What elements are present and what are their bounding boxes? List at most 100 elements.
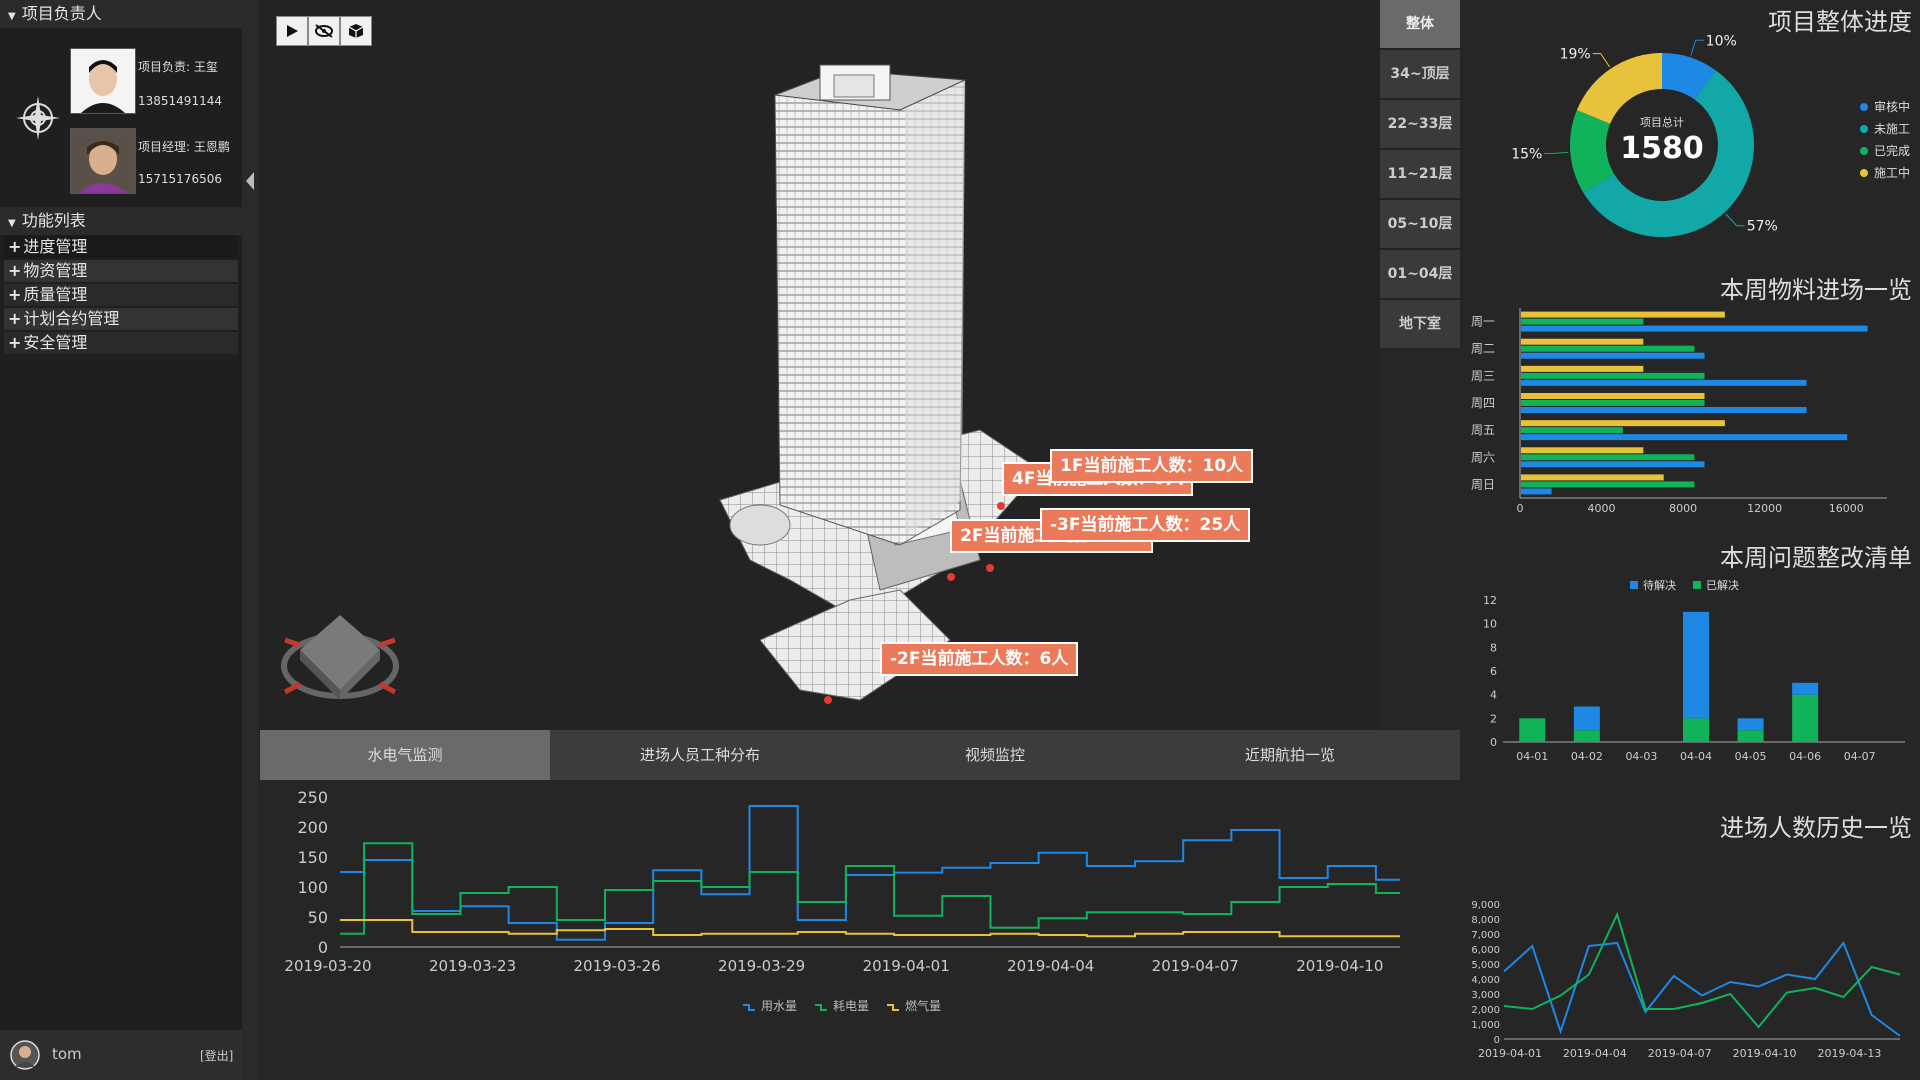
bar[interactable] xyxy=(1521,427,1623,434)
bar[interactable] xyxy=(1521,393,1705,399)
y-tick-label: 0 xyxy=(318,938,328,957)
tab-utility-monitor[interactable]: 水电气监测 xyxy=(260,730,550,780)
legend-dot xyxy=(1860,169,1868,177)
bar[interactable] xyxy=(1521,400,1705,406)
x-tick-label: 2019-04-10 xyxy=(1296,957,1383,975)
menu-item-progress[interactable]: + 进度管理 xyxy=(4,236,238,258)
bar-pending[interactable] xyxy=(1737,718,1764,731)
callout-floor-b2[interactable]: -2F当前施工人数：6人 xyxy=(880,642,1079,676)
legend-label[interactable]: 已完成 xyxy=(1874,143,1910,158)
bar[interactable] xyxy=(1521,434,1848,441)
bar-resolved[interactable] xyxy=(1737,730,1764,742)
bar[interactable] xyxy=(1521,365,1644,372)
entry-line-chart: 0 1,000 2,000 3,000 4,000 5,000 6,000 7,000 8,00… xyxy=(1471,900,1901,1060)
donut-slice-施工中[interactable] xyxy=(1576,53,1662,124)
x-tick-label: 04-01 xyxy=(1516,750,1548,763)
y-tick-label: 周一 xyxy=(1471,315,1495,329)
menu-item-safety[interactable]: + 安全管理 xyxy=(4,332,238,354)
bar[interactable] xyxy=(1521,407,1807,413)
model-viewport[interactable]: 4F当前施工人数：9人 1F当前施工人数：10人 2F当前施工人数：20人 -3… xyxy=(260,0,1380,730)
bar[interactable] xyxy=(1521,345,1695,352)
y-tick-label: 8 xyxy=(1490,641,1497,654)
y-tick-label: 6,000 xyxy=(1471,945,1500,956)
x-tick-label: 16000 xyxy=(1829,502,1864,515)
bar[interactable] xyxy=(1521,420,1725,427)
compass-icon xyxy=(16,96,60,140)
callout-floor-1f[interactable]: 1F当前施工人数：10人 xyxy=(1050,449,1254,483)
chevron-left-icon[interactable] xyxy=(244,170,256,192)
bar[interactable] xyxy=(1521,481,1695,488)
floor-btn-22-33[interactable]: 22~33层 xyxy=(1380,100,1460,150)
menu-item-material[interactable]: + 物资管理 xyxy=(4,260,238,282)
donut-leader-line xyxy=(1544,151,1569,155)
project-head-title: 项目负责人 xyxy=(21,4,102,23)
bar-resolved[interactable] xyxy=(1683,718,1709,742)
menu-label: 进度管理 xyxy=(23,237,88,256)
tab-aerial-photos[interactable]: 近期航拍一览 xyxy=(1140,730,1440,780)
tab-worker-distribution[interactable]: 进场人员工种分布 xyxy=(550,730,850,780)
x-tick-label: 2019-04-04 xyxy=(1563,1047,1627,1060)
bar[interactable] xyxy=(1521,447,1644,454)
material-bar-chart: 0 4000 8000 12000 16000 周一周二周三周四周五周六周日 xyxy=(1471,308,1887,515)
callout-floor-b3[interactable]: -3F当前施工人数：25人 xyxy=(1040,508,1251,542)
menu-label: 安全管理 xyxy=(23,333,88,352)
bar[interactable] xyxy=(1521,318,1644,325)
legend-label[interactable]: 未施工 xyxy=(1874,122,1910,136)
donut-slice-label: 10% xyxy=(1706,33,1737,49)
user-avatar xyxy=(10,1040,40,1070)
bar-pending[interactable] xyxy=(1683,611,1709,719)
y-tick-label: 周六 xyxy=(1471,450,1495,464)
legend-label: 燃气量 xyxy=(905,998,941,1013)
bar[interactable] xyxy=(1521,352,1705,359)
y-tick-label: 10 xyxy=(1483,618,1497,631)
x-tick-label: 2019-04-01 xyxy=(1478,1047,1542,1060)
bar[interactable] xyxy=(1521,379,1807,386)
legend-swatch xyxy=(1630,581,1638,589)
floor-selector: 整体 34~顶层 22~33层 11~21层 05~10层 01~04层 地下室 xyxy=(1380,0,1460,350)
floor-btn-basement[interactable]: 地下室 xyxy=(1380,300,1460,350)
floor-btn-01-04[interactable]: 01~04层 xyxy=(1380,250,1460,300)
legend-dot xyxy=(1860,147,1868,155)
bar[interactable] xyxy=(1521,488,1552,495)
y-tick-label: 4 xyxy=(1490,689,1497,702)
legend-label[interactable]: 审核中 xyxy=(1874,99,1910,114)
donut-center-label: 项目总计 xyxy=(1640,115,1684,129)
bar[interactable] xyxy=(1521,311,1725,318)
bar[interactable] xyxy=(1521,474,1664,481)
x-tick-label: 0 xyxy=(1517,502,1524,515)
bar-resolved[interactable] xyxy=(1519,718,1546,742)
y-tick-label: 5,000 xyxy=(1471,960,1500,971)
floor-btn-all[interactable]: 整体 xyxy=(1380,0,1460,50)
bar[interactable] xyxy=(1521,325,1868,332)
logout-link[interactable]: [登出] xyxy=(200,1047,233,1064)
bar[interactable] xyxy=(1521,461,1705,468)
bar-resolved[interactable] xyxy=(1573,730,1600,742)
project-head-section[interactable]: ▼ 项目负责人 xyxy=(0,0,242,28)
x-tick-label: 2019-03-29 xyxy=(718,957,805,975)
bar-resolved[interactable] xyxy=(1792,694,1819,742)
bar-pending[interactable] xyxy=(1573,706,1600,731)
function-list-section[interactable]: ▼ 功能列表 xyxy=(0,207,242,235)
bar-pending[interactable] xyxy=(1792,682,1819,695)
menu-label: 计划合约管理 xyxy=(23,309,120,328)
bar[interactable] xyxy=(1521,338,1644,345)
bottom-tabs: 水电气监测 进场人员工种分布 视频监控 近期航拍一览 xyxy=(260,730,1460,780)
floor-btn-34-top[interactable]: 34~顶层 xyxy=(1380,50,1460,100)
legend-label[interactable]: 施工中 xyxy=(1874,165,1910,180)
bar[interactable] xyxy=(1521,372,1705,379)
menu-item-contract[interactable]: + 计划合约管理 xyxy=(4,308,238,330)
menu-item-quality[interactable]: + 质量管理 xyxy=(4,284,238,306)
floor-btn-11-21[interactable]: 11~21层 xyxy=(1380,150,1460,200)
user-bar: tom [登出] xyxy=(0,1030,242,1080)
entry-line-blue xyxy=(1503,941,1901,1037)
tab-video-monitor[interactable]: 视频监控 xyxy=(850,730,1140,780)
y-tick-label: 250 xyxy=(297,788,328,807)
sidebar-collapse-bar[interactable] xyxy=(242,0,258,1080)
issues-title: 本周问题整改清单 xyxy=(1720,544,1912,572)
x-tick-label: 4000 xyxy=(1588,502,1616,515)
donut-slice-label: 15% xyxy=(1511,147,1542,163)
floor-btn-05-10[interactable]: 05~10层 xyxy=(1380,200,1460,250)
function-list-title: 功能列表 xyxy=(21,211,86,230)
bar[interactable] xyxy=(1521,454,1695,461)
x-tick-label: 04-06 xyxy=(1789,750,1821,763)
